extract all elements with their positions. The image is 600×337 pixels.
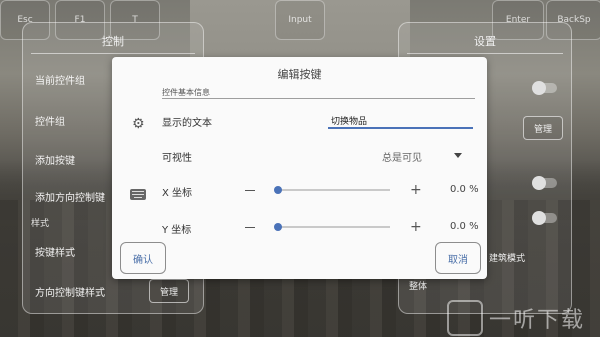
panel-item-add-key[interactable]: 添加按键	[35, 152, 75, 167]
display-text-underline	[328, 127, 473, 129]
display-text-input[interactable]: 切换物品	[331, 114, 367, 127]
visibility-label: 可视性	[162, 153, 192, 164]
panel-item-group[interactable]: 控件组	[35, 113, 65, 128]
panel-divider	[407, 53, 563, 54]
x-value: 0.0 %	[450, 184, 479, 195]
manage-button-right[interactable]: 管理	[523, 116, 563, 140]
x-coordinate-label: X 坐标	[162, 188, 193, 199]
settings-toggle-2[interactable]	[532, 176, 557, 190]
keyboard-icon	[130, 189, 146, 200]
settings-toggle-1[interactable]	[532, 81, 557, 95]
settings-toggle-3[interactable]	[532, 211, 557, 225]
settings-item-build-mode[interactable]: 建筑模式	[489, 251, 525, 264]
y-increase-button[interactable]: +	[410, 220, 422, 234]
y-coordinate-label: Y 坐标	[162, 225, 192, 236]
y-slider-thumb[interactable]	[274, 223, 282, 231]
confirm-button[interactable]: 确认	[120, 242, 166, 274]
section-divider	[162, 98, 475, 99]
panel-divider	[31, 53, 195, 54]
watermark-text: 一听下载	[489, 308, 586, 333]
section-basic-info: 控件基本信息	[162, 88, 210, 97]
x-increase-button[interactable]: +	[410, 183, 422, 197]
watermark: 一听下载	[447, 300, 585, 336]
settings-item-overall[interactable]: 整体	[409, 279, 427, 292]
y-decrease-button[interactable]	[245, 227, 255, 228]
x-decrease-button[interactable]	[245, 190, 255, 191]
y-value: 0.0 %	[450, 221, 479, 232]
panel-item-direction-style[interactable]: 方向控制键样式	[35, 284, 105, 299]
dialog-title: 编辑按键	[277, 68, 322, 81]
hud-key-input[interactable]: Input	[275, 0, 325, 40]
y-slider[interactable]	[274, 223, 390, 231]
panel-item-key-style[interactable]: 按键样式	[35, 244, 75, 259]
cancel-button[interactable]: 取消	[435, 242, 481, 274]
display-text-label: 显示的文本	[162, 118, 212, 129]
panel-item-current-group[interactable]: 当前控件组	[35, 72, 85, 87]
watermark-logo-icon	[447, 300, 483, 336]
x-slider[interactable]	[274, 186, 390, 194]
control-panel-title: 控制	[102, 35, 124, 48]
x-slider-thumb[interactable]	[274, 186, 282, 194]
settings-panel-title: 设置	[474, 35, 496, 48]
gear-icon: ⚙	[132, 116, 145, 132]
panel-item-add-direction[interactable]: 添加方向控制键	[35, 189, 105, 204]
chevron-down-icon[interactable]	[454, 153, 462, 158]
visibility-select[interactable]: 总是可见	[382, 149, 422, 164]
panel-section-style: 样式	[31, 219, 50, 229]
manage-button-left[interactable]: 管理	[149, 279, 189, 303]
edit-key-dialog: 编辑按键 控件基本信息 ⚙ 显示的文本 切换物品 可视性 总是可见 X 坐标 +…	[112, 57, 487, 279]
